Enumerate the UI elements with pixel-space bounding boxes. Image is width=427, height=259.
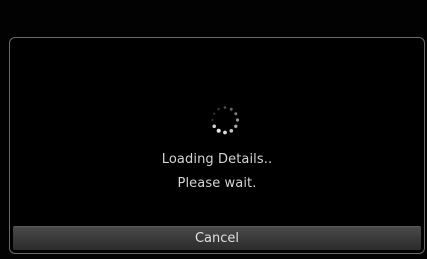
loading-message: Loading Details.. [161,152,273,167]
wait-message: Please wait. [177,176,257,191]
screen: Loading Details.. Please wait. Cancel [0,0,427,259]
loading-spinner-icon [211,106,240,135]
loading-dialog: Loading Details.. Please wait. Cancel [9,37,425,254]
cancel-button[interactable]: Cancel [13,226,421,250]
